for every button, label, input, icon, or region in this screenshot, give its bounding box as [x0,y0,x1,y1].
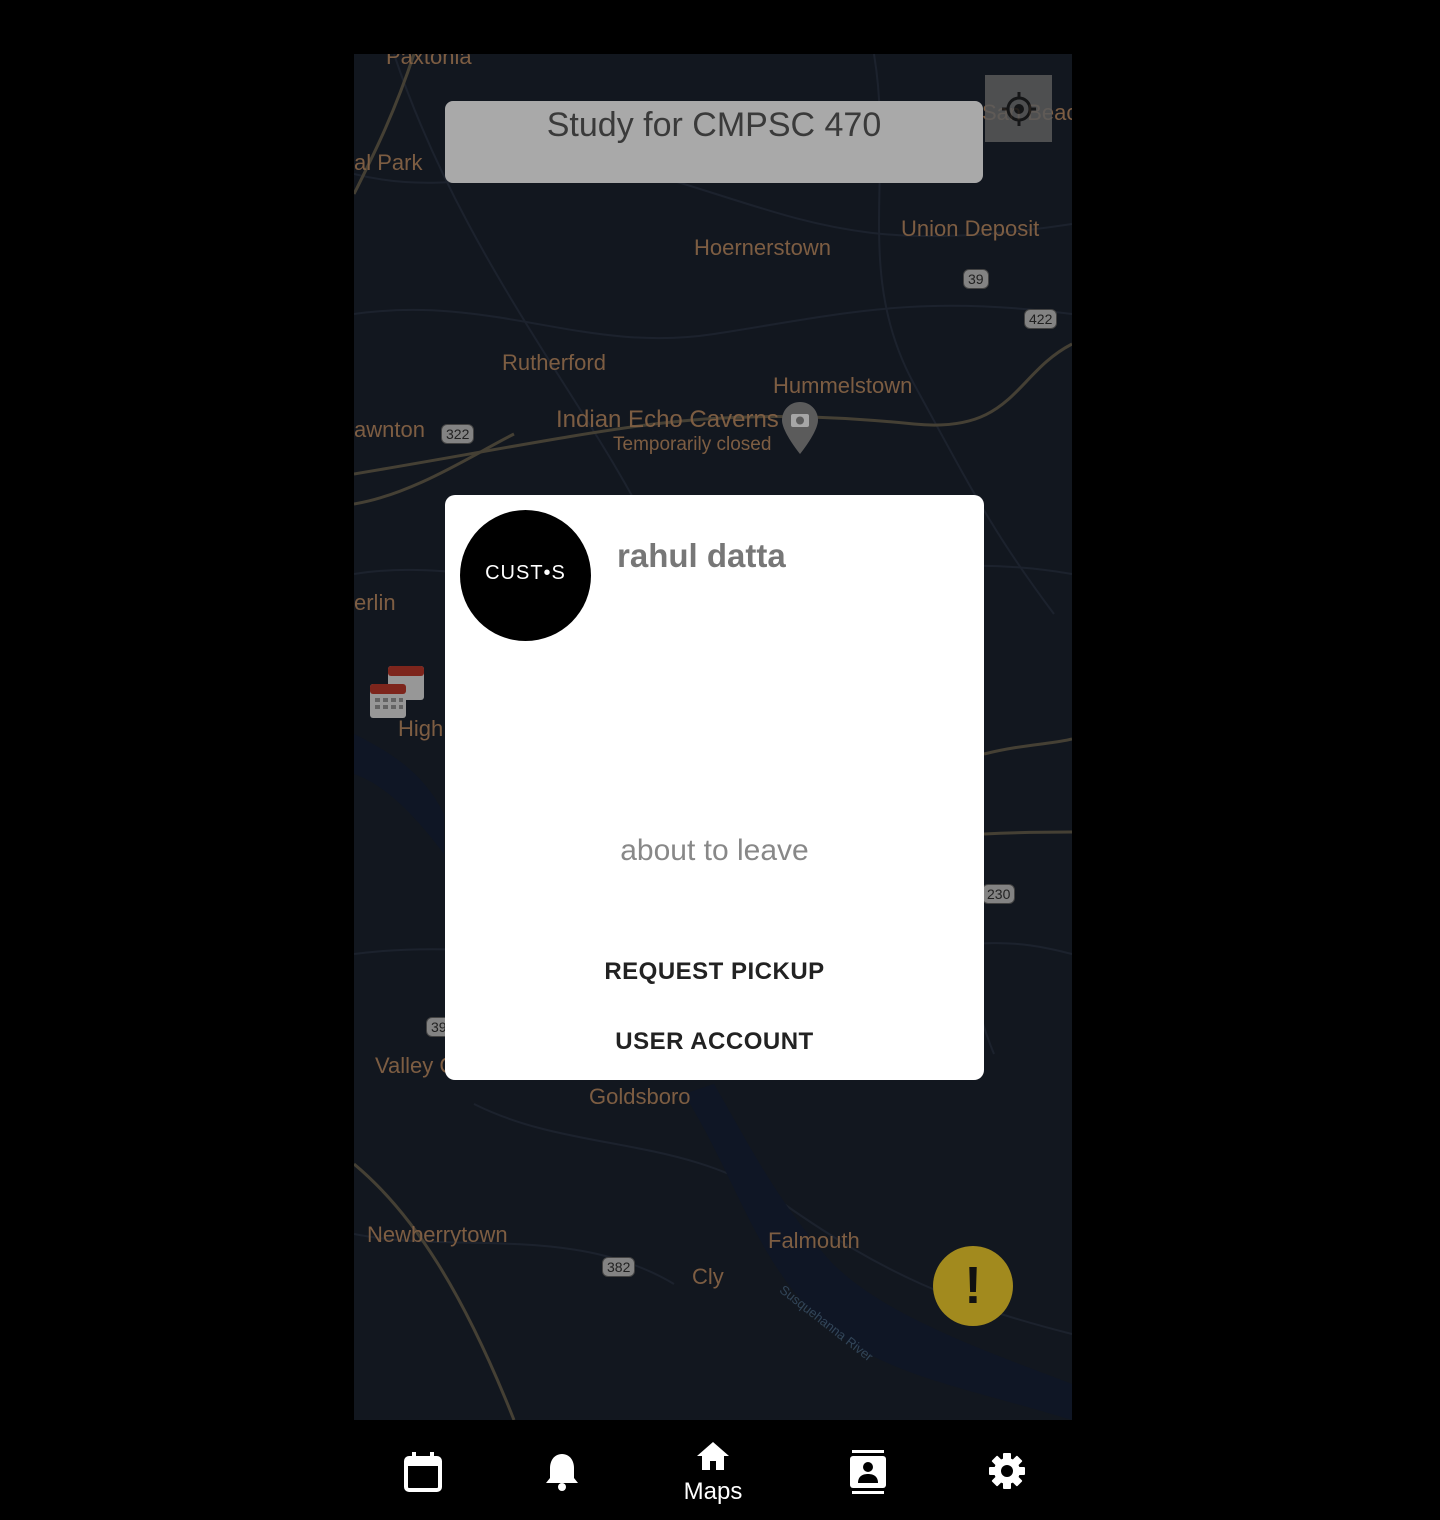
event-title: Study for CMPSC 470 [546,106,882,144]
user-name: rahul datta [617,537,786,574]
nav-calendar[interactable] [394,1422,454,1520]
bell-icon [546,1454,578,1491]
user-account-button[interactable]: USER ACCOUNT [445,1028,984,1056]
calendar-icon [404,1452,442,1492]
nav-notifications[interactable] [534,1422,594,1520]
user-dialog: CUST•S rahul datta about to leave REQUES… [445,495,984,1080]
avatar-logo-text: CUST•S [485,562,566,584]
alert-button[interactable]: ! [933,1246,1013,1326]
nav-maps[interactable]: Maps [663,1422,763,1520]
gear-icon [989,1453,1025,1489]
user-status: about to leave [620,834,809,867]
avatar: CUST•S [460,510,591,641]
nav-maps-label: Maps [683,1478,743,1505]
contacts-icon [850,1450,886,1494]
map-view[interactable]: Paxtonia al Park Union Deposit Hoernerst… [354,54,1072,1420]
nav-contacts[interactable] [840,1422,900,1520]
exclamation-icon: ! [964,1257,982,1315]
event-search-bar[interactable]: Study for CMPSC 470 [445,101,983,183]
home-icon [697,1442,729,1470]
phone-screen: Paxtonia al Park Union Deposit Hoernerst… [354,54,1072,1520]
request-pickup-button[interactable]: REQUEST PICKUP [445,958,984,986]
bottom-navigation: Maps [354,1422,1072,1520]
nav-settings[interactable] [978,1422,1038,1520]
